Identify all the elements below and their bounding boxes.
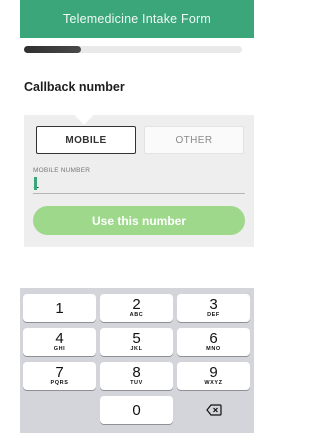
- use-this-number-button[interactable]: Use this number: [33, 206, 245, 235]
- numeric-keypad: 1 2 ABC 3 DEF 4 GHI 5 JKL 6 MNO 7 PQRS 8…: [20, 288, 254, 433]
- backspace-key[interactable]: [177, 396, 250, 424]
- key-4[interactable]: 4 GHI: [23, 328, 96, 356]
- mobile-number-input[interactable]: [33, 176, 245, 194]
- app-header: Telemedicine Intake Form: [20, 0, 254, 38]
- text-cursor: [34, 177, 37, 190]
- phone-type-other-button[interactable]: OTHER: [144, 126, 244, 154]
- key-8[interactable]: 8 TUV: [100, 362, 173, 390]
- progress-bar: [24, 46, 242, 53]
- key-9[interactable]: 9 WXYZ: [177, 362, 250, 390]
- key-1[interactable]: 1: [23, 294, 96, 322]
- key-0[interactable]: 0: [100, 396, 173, 424]
- key-7[interactable]: 7 PQRS: [23, 362, 96, 390]
- key-empty: [23, 396, 96, 424]
- mobile-number-label: MOBILE NUMBER: [33, 167, 91, 174]
- section-title: Callback number: [24, 80, 125, 94]
- key-5[interactable]: 5 JKL: [100, 328, 173, 356]
- backspace-icon: [205, 404, 222, 416]
- phone-type-mobile-button[interactable]: MOBILE: [36, 126, 136, 154]
- progress-bar-fill: [24, 46, 81, 53]
- key-3[interactable]: 3 DEF: [177, 294, 250, 322]
- header-title: Telemedicine Intake Form: [63, 12, 211, 26]
- key-2[interactable]: 2 ABC: [100, 294, 173, 322]
- key-6[interactable]: 6 MNO: [177, 328, 250, 356]
